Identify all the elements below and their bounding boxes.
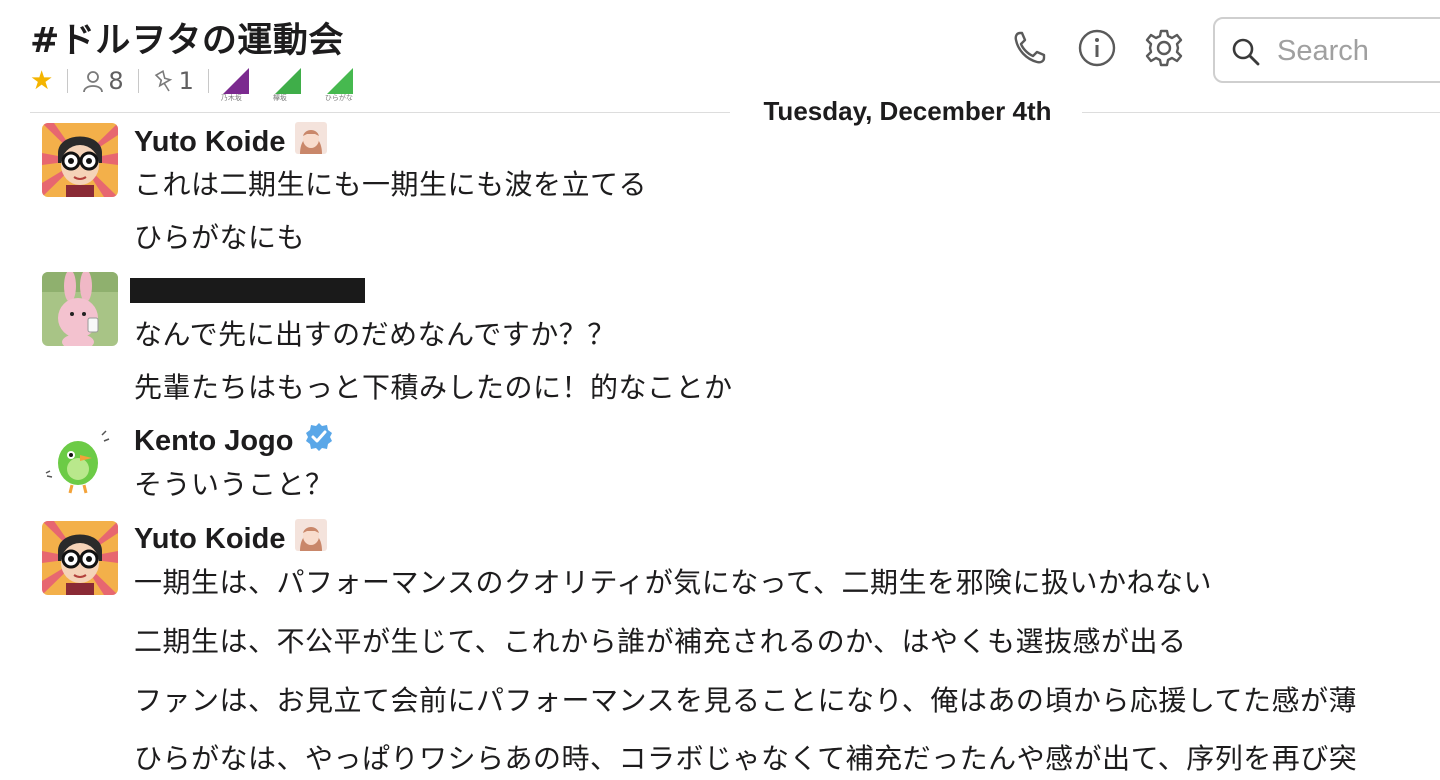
group-logo-keyakizaka[interactable]: 欅坂 <box>273 68 315 102</box>
gear-icon[interactable] <box>1144 28 1184 68</box>
channel-header: #ドルヲタの運動会 ★ 8 1 乃木坂 欅坂 ひらがな Search <box>0 0 1440 112</box>
message-text: なんで先に出すのだめなんですか？？ <box>134 318 616 351</box>
message-text: 二期生は、不公平が生じて、これから誰が補充されるのか、はやくも選抜感が出る <box>134 625 1187 658</box>
custom-emoji-icon <box>295 122 328 162</box>
group-label: 乃木坂 <box>220 94 242 102</box>
avatar[interactable] <box>42 272 118 346</box>
group-label: 欅坂 <box>272 94 287 102</box>
redacted-sender-name <box>130 278 365 303</box>
sender-name-text: Kento Jogo <box>134 424 294 457</box>
sender-name[interactable]: Yuto Koide <box>134 122 328 162</box>
triangle-logo-icon <box>326 68 353 94</box>
message-text: ひらがなは、やっぱりワシらあの時、コラボじゃなくて補充だったんや感が出て、序列を… <box>134 742 1358 775</box>
message-text: ファンは、お見立て会前にパフォーマンスを見ることになり、俺はあの頃から応援してた… <box>134 684 1357 717</box>
star-button[interactable]: ★ <box>30 68 53 94</box>
verified-badge-icon <box>304 422 334 460</box>
message-text: ひらがなにも <box>134 221 306 254</box>
divider <box>207 69 209 93</box>
divider <box>67 69 69 93</box>
group-label: ひらがな <box>324 94 353 102</box>
triangle-logo-icon <box>274 68 301 94</box>
search-box[interactable] <box>1213 17 1440 83</box>
pinned-button[interactable]: 1 <box>153 67 194 95</box>
custom-emoji-icon <box>295 519 328 559</box>
message-text: これは二期生にも一期生にも波を立てる <box>134 168 648 201</box>
members-count: 8 <box>108 67 124 95</box>
search-icon <box>1232 38 1260 66</box>
pinned-count: 1 <box>178 67 194 95</box>
triangle-logo-icon <box>222 68 249 94</box>
sender-name-text: Yuto Koide <box>134 125 286 158</box>
sender-name[interactable]: Kento Jogo <box>134 422 334 460</box>
message-text: 一期生は、パフォーマンスのクオリティが気になって、二期生を邪険に扱いかねない <box>134 566 1212 599</box>
avatar-image <box>42 272 118 346</box>
channel-title[interactable]: #ドルヲタの運動会 <box>30 12 344 63</box>
group-logo-nogizaka[interactable]: 乃木坂 <box>221 68 263 102</box>
star-icon: ★ <box>30 66 54 96</box>
day-divider-line <box>30 112 730 113</box>
message-text: そういうこと？ <box>134 468 334 501</box>
avatar[interactable] <box>42 425 118 499</box>
info-icon[interactable] <box>1077 28 1117 68</box>
day-divider-line <box>1082 112 1440 113</box>
search-input[interactable] <box>1277 31 1440 71</box>
day-divider-label: Tuesday, December 4th <box>763 96 1052 126</box>
group-logo-hiragana[interactable]: ひらがな <box>325 68 367 102</box>
sender-name[interactable]: Yuto Koide <box>134 519 328 559</box>
message-text: 先輩たちはもっと下積みしたのに！的なことか <box>134 371 733 404</box>
phone-icon[interactable] <box>1010 28 1050 68</box>
divider <box>137 69 139 93</box>
avatar-image <box>42 521 118 595</box>
avatar-image <box>42 123 118 197</box>
pin-icon <box>154 69 172 92</box>
person-icon <box>83 71 104 93</box>
channel-meta: ★ 8 1 乃木坂 欅坂 ひらがな <box>30 64 379 102</box>
avatar[interactable] <box>42 521 118 595</box>
sender-name-text: Yuto Koide <box>134 522 286 555</box>
avatar-image <box>42 425 118 499</box>
avatar[interactable] <box>42 123 118 197</box>
members-button[interactable]: 8 <box>82 67 124 95</box>
